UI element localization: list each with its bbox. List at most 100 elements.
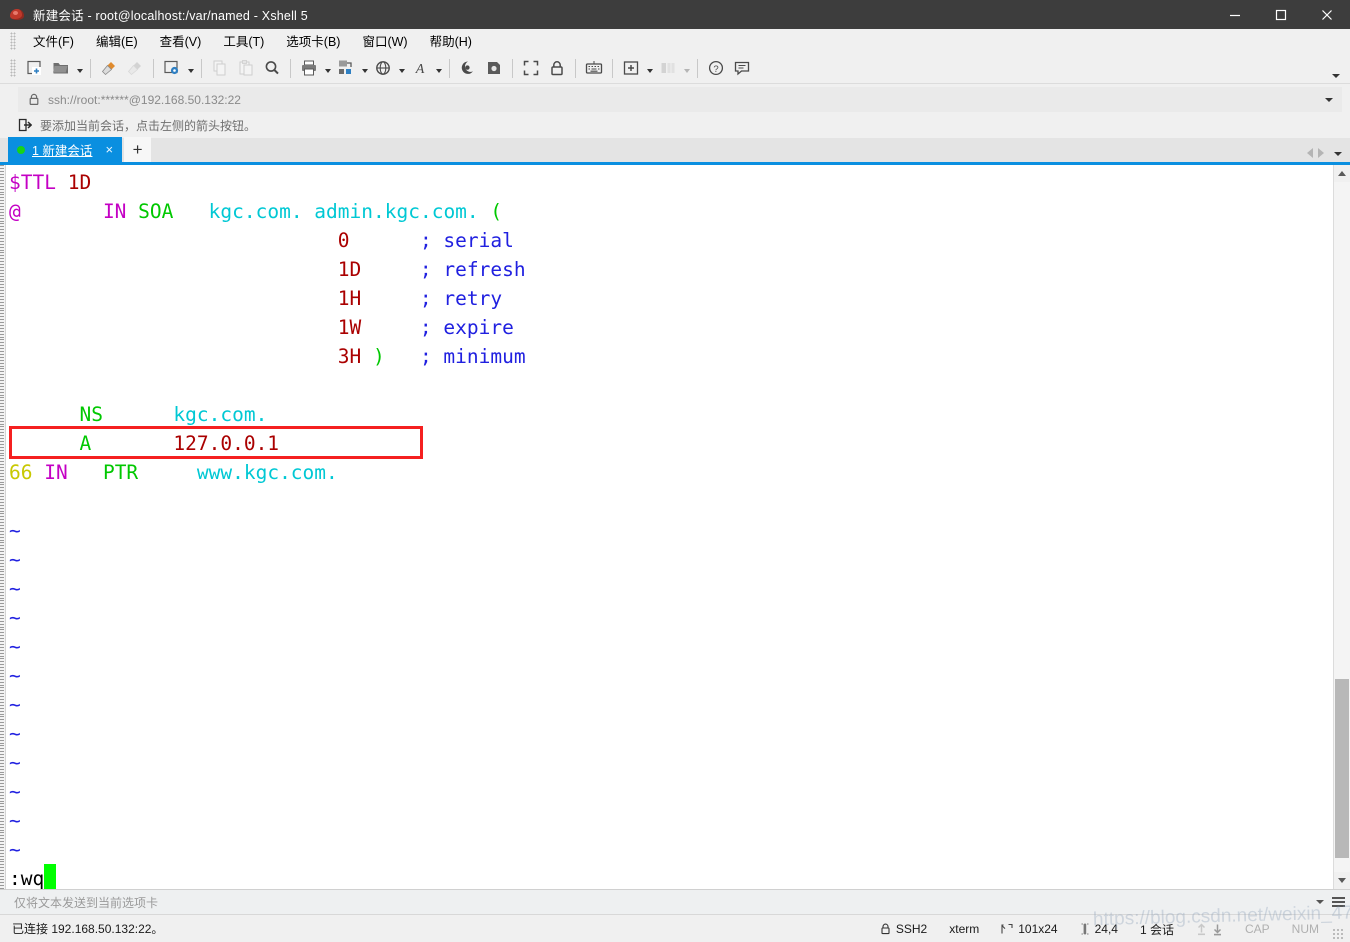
resize-icon (1001, 923, 1013, 934)
paste-icon (233, 55, 259, 81)
session-properties-caret-icon[interactable] (185, 55, 196, 81)
toolbar-grip[interactable] (10, 59, 16, 77)
send-bar-caret-icon[interactable] (1316, 900, 1324, 904)
terminal-text: 0 (337, 229, 350, 252)
globe-caret-icon[interactable] (396, 55, 407, 81)
file-transfer-caret-icon[interactable] (359, 55, 370, 81)
terminal-line: ~ (6, 516, 1333, 545)
send-bar-placeholder: 仅将文本发送到当前选项卡 (14, 895, 159, 910)
terminal-text: ) (372, 345, 385, 368)
scrollbar-thumb[interactable] (1335, 678, 1349, 859)
print-caret-icon[interactable] (322, 55, 333, 81)
comment-icon[interactable] (729, 55, 755, 81)
resize-grip[interactable] (1332, 928, 1344, 940)
hint-bar: 要添加当前会话，点击左侧的箭头按钮。 (0, 112, 1350, 138)
terminal-text: ~ (9, 809, 21, 832)
status-terminal-type: xterm (949, 922, 980, 936)
open-folder-icon[interactable] (48, 55, 74, 81)
toolbar-separator (201, 58, 202, 78)
terminal-text: 3H (337, 345, 362, 368)
copy-icon (207, 55, 233, 81)
terminal-line: 0 ; serial (6, 226, 1333, 255)
toolbar-separator (612, 58, 613, 78)
new-session-icon[interactable] (22, 55, 48, 81)
status-right-group: SSH2 xterm 101x24 24,4 1 会话 CAP NUM (869, 915, 1346, 942)
add-panel-caret-icon[interactable] (644, 55, 655, 81)
scrollbar-track[interactable] (1334, 182, 1350, 872)
send-text-bar[interactable]: 仅将文本发送到当前选项卡 (0, 889, 1350, 914)
menu-edit[interactable]: 编辑(E) (85, 28, 149, 53)
cursor-icon (1081, 923, 1089, 935)
toolbar-separator (512, 58, 513, 78)
fullscreen-icon[interactable] (518, 55, 544, 81)
keyboard-icon[interactable] (581, 55, 607, 81)
menu-file[interactable]: 文件(F) (22, 28, 85, 53)
tab-close-icon[interactable]: × (102, 143, 116, 156)
status-protocol-label: SSH2 (895, 922, 928, 936)
new-tab-button[interactable]: + (124, 137, 152, 162)
xshell-window: 新建会话 - root@localhost:/var/named - Xshel… (0, 0, 1350, 942)
terminal-line: ~ (6, 806, 1333, 835)
terminal-line: ~ (6, 574, 1333, 603)
add-panel-icon[interactable] (618, 55, 644, 81)
svg-text:A: A (415, 62, 425, 77)
terminal-text: ~ (9, 548, 21, 571)
address-bar[interactable]: ssh://root:******@192.168.50.132:22 (18, 87, 1342, 112)
toolbar-separator (153, 58, 154, 78)
terminal-text: www.kgc.com. (196, 461, 338, 484)
terminal-text: ~ (9, 664, 21, 687)
hamburger-icon[interactable] (1332, 897, 1345, 907)
font-caret-icon[interactable] (433, 55, 444, 81)
maximize-button[interactable] (1258, 0, 1304, 29)
connect-icon[interactable] (96, 55, 122, 81)
tab-session-1[interactable]: 1 新建会话 × (8, 137, 123, 162)
file-transfer-icon[interactable] (333, 55, 359, 81)
terminal-line: ~ (6, 719, 1333, 748)
lock-icon[interactable] (544, 55, 570, 81)
ssh-tunnel-icon[interactable] (455, 55, 481, 81)
scroll-down-button[interactable] (1334, 872, 1350, 889)
print-icon[interactable] (296, 55, 322, 81)
terminal-text: 1W (337, 316, 362, 339)
terminal-line: 66 IN PTR www.kgc.com. (6, 458, 1333, 487)
menu-tools[interactable]: 工具(T) (212, 28, 275, 53)
chevron-left-icon[interactable] (1307, 148, 1313, 158)
tab-bar: 1 新建会话 × + (0, 137, 1350, 165)
toolbar-overflow-caret-icon[interactable] (1332, 74, 1340, 78)
terminal-line: $TTL 1D (6, 168, 1333, 197)
close-button[interactable] (1304, 0, 1350, 29)
help-icon[interactable]: ? (703, 55, 729, 81)
address-dropdown-icon[interactable] (1325, 97, 1333, 102)
find-icon[interactable] (259, 55, 285, 81)
terminal-line: ~ (6, 661, 1333, 690)
terminal-line: 1H ; retry (6, 284, 1333, 313)
session-properties-icon[interactable] (159, 55, 185, 81)
menu-grip[interactable] (10, 31, 16, 50)
font-icon[interactable]: A (407, 55, 433, 81)
terminal-text: IN (44, 461, 68, 484)
tab-list-caret-icon[interactable] (1334, 152, 1342, 156)
menu-help[interactable]: 帮助(H) (419, 28, 483, 53)
address-input[interactable]: ssh://root:******@192.168.50.132:22 (48, 93, 241, 107)
sftp-icon[interactable] (481, 55, 507, 81)
minimize-button[interactable] (1212, 0, 1258, 29)
menu-tabs[interactable]: 选项卡(B) (275, 28, 351, 53)
menu-window[interactable]: 窗口(W) (351, 28, 418, 53)
terminal-text: ~ (9, 519, 21, 542)
terminal-output[interactable]: $TTL 1D @ IN SOA kgc.com. admin.kgc.com. … (6, 165, 1333, 889)
xshell-icon (9, 6, 26, 23)
chevron-right-icon[interactable] (1318, 148, 1324, 158)
open-folder-caret-icon[interactable] (74, 55, 85, 81)
terminal-line: 1W ; expire (6, 313, 1333, 342)
scroll-up-button[interactable] (1334, 165, 1350, 182)
terminal-scrollbar[interactable] (1333, 165, 1350, 889)
terminal-line: ~ (6, 835, 1333, 864)
menu-view[interactable]: 查看(V) (149, 28, 213, 53)
menu-bar: 文件(F) 编辑(E) 查看(V) 工具(T) 选项卡(B) 窗口(W) 帮助(… (0, 29, 1350, 53)
globe-icon[interactable] (370, 55, 396, 81)
